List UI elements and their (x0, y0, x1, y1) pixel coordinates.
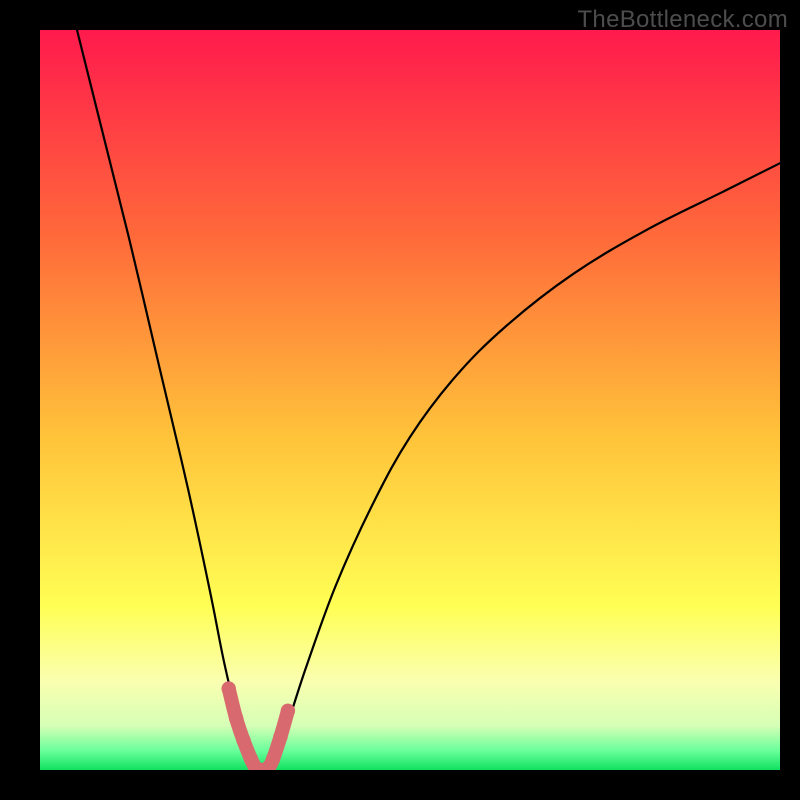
minimum-marker-dot (281, 704, 295, 718)
minimum-marker-dot (273, 730, 287, 744)
plot-svg (40, 30, 780, 770)
chart-frame: TheBottleneck.com (0, 0, 800, 800)
plot-area (40, 30, 780, 770)
minimum-marker-dot (266, 752, 280, 766)
minimum-marker-dot (229, 711, 243, 725)
minimum-marker-dot (222, 681, 236, 695)
gradient-background (40, 30, 780, 770)
minimum-marker-dot (236, 733, 250, 747)
